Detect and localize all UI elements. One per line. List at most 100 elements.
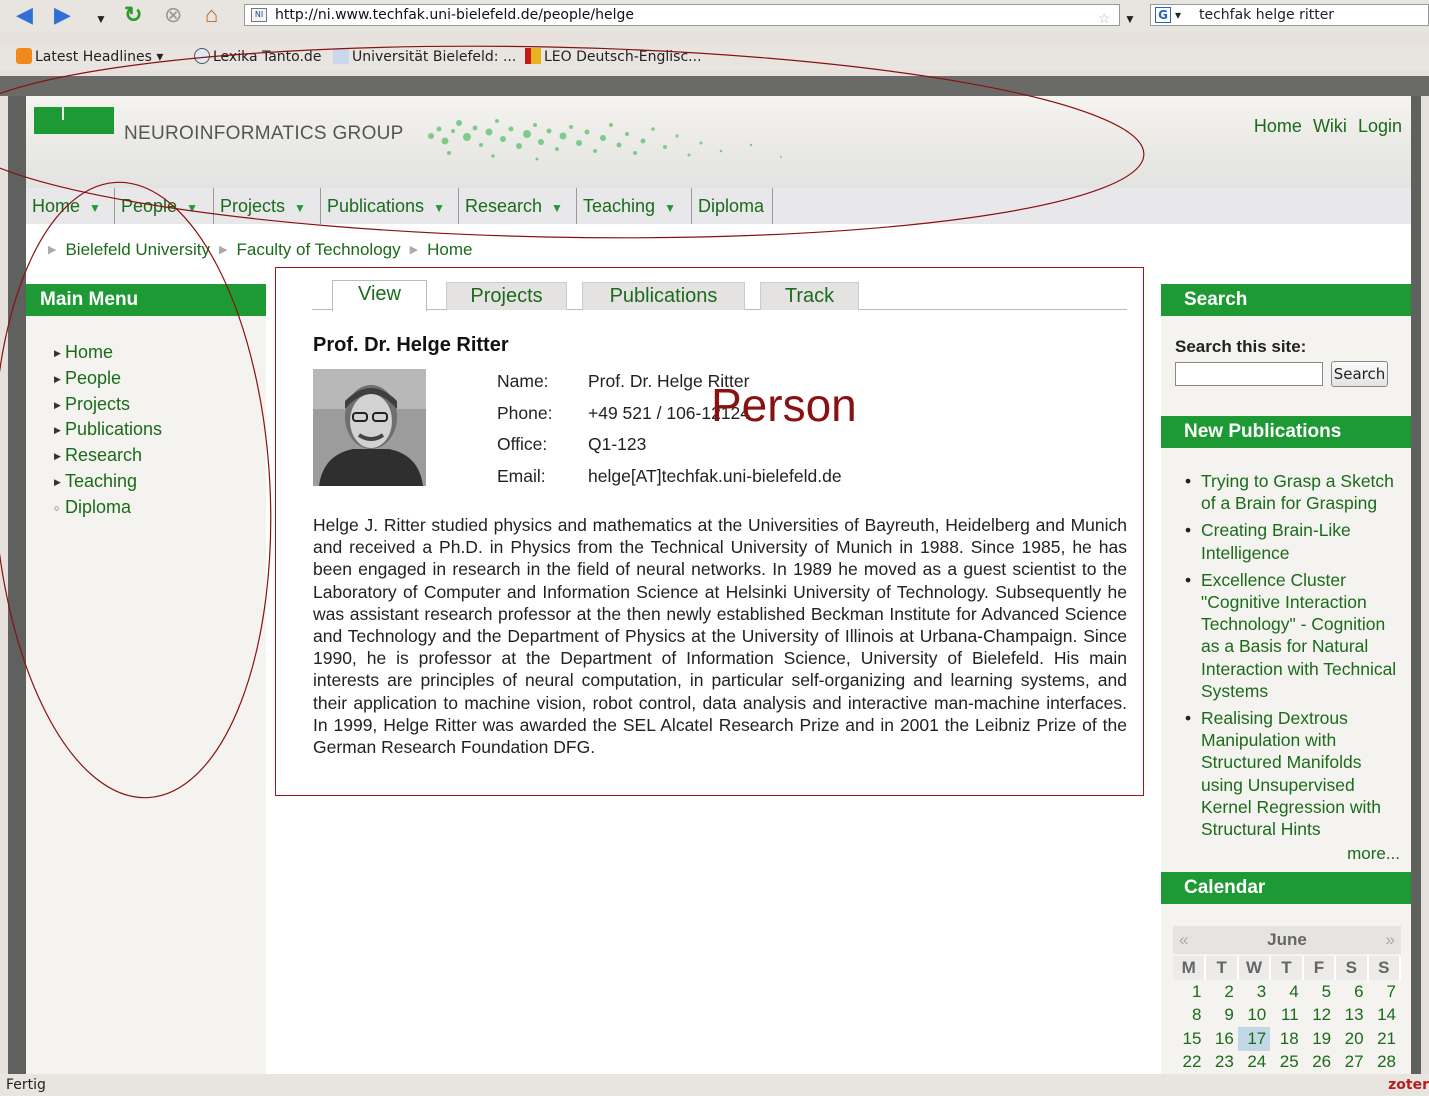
bookmark-latest-headlines[interactable]: Latest Headlines ▾ (16, 48, 163, 66)
browser-tab-strip (0, 76, 1429, 96)
calendar-next-icon[interactable]: » (1386, 926, 1395, 954)
calendar-day[interactable]: 18 (1270, 1027, 1302, 1051)
calendar-day[interactable]: 15 (1173, 1027, 1205, 1051)
main-menu-item-projects[interactable]: ▶ Projects (54, 392, 162, 418)
site-name[interactable]: NEUROINFORMATICS GROUP (124, 123, 404, 145)
util-link-wiki[interactable]: Wiki (1313, 116, 1347, 136)
tab-publications[interactable]: Publications (582, 282, 745, 310)
home-icon[interactable]: ⌂ (205, 4, 218, 26)
calendar-day[interactable]: 12 (1303, 1004, 1335, 1028)
history-dropdown-icon[interactable]: ▼ (95, 8, 107, 30)
calendar-header: « June » (1173, 926, 1401, 954)
main-menu-item-teaching[interactable]: ▶ Teaching (54, 469, 162, 495)
dropdown-arrow-icon: ▼ (186, 201, 198, 215)
bullet-arrow-icon: ▶ (54, 425, 61, 436)
main-menu-item-publications[interactable]: ▶ Publications (54, 417, 162, 443)
calendar-day[interactable]: 24 (1238, 1051, 1270, 1075)
google-icon[interactable]: G (1155, 7, 1171, 23)
site-search-input[interactable] (1175, 362, 1323, 386)
calendar-day[interactable]: 2 (1205, 980, 1237, 1004)
site-logo-square-icon (34, 107, 62, 122)
forward-arrow-icon[interactable]: ▶ (54, 4, 71, 26)
search-button[interactable]: Search (1331, 361, 1388, 387)
calendar-day[interactable]: 5 (1303, 980, 1335, 1004)
calendar-day[interactable]: 1 (1173, 980, 1205, 1004)
calendar-day[interactable]: 21 (1368, 1027, 1400, 1051)
tab-view[interactable]: View (332, 280, 427, 311)
dropdown-arrow-icon: ▼ (664, 201, 676, 215)
calendar-day[interactable]: 4 (1270, 980, 1302, 1004)
main-menu-item-home[interactable]: ▶ Home (54, 340, 162, 366)
calendar-day[interactable]: 17 (1237, 1027, 1271, 1051)
calendar-day[interactable]: 13 (1335, 1004, 1367, 1028)
bookmark-uni-bielefeld[interactable]: Universität Bielefeld: ... (333, 48, 516, 66)
breadcrumb-arrow-icon: ▶ (219, 244, 228, 256)
person-name-heading: Prof. Dr. Helge Ritter (313, 334, 509, 356)
calendar-day[interactable]: 14 (1368, 1004, 1400, 1028)
nav-item-publications[interactable]: Publications ▼ (321, 188, 459, 224)
calendar-day[interactable]: 26 (1303, 1051, 1335, 1075)
main-menu-item-diploma[interactable]: ○ Diploma (54, 495, 162, 521)
util-link-home[interactable]: Home (1254, 116, 1302, 136)
detail-value: helge[AT]techfak.uni-bielefeld.de (588, 465, 842, 486)
person-biography: Helge J. Ritter studied physics and math… (313, 515, 1127, 758)
calendar-week: 22 23 24 25 26 27 28 (1173, 1051, 1400, 1075)
calendar-weekday: T (1205, 956, 1239, 980)
engine-dropdown-icon[interactable]: ▾ (1175, 5, 1181, 25)
calendar-day[interactable]: 19 (1303, 1027, 1335, 1051)
reload-icon[interactable]: ↻ (124, 4, 142, 26)
calendar-day[interactable]: 25 (1270, 1051, 1302, 1075)
calendar-day[interactable]: 8 (1173, 1004, 1205, 1028)
bookmark-leo[interactable]: LEO Deutsch-Englisc... (525, 48, 702, 66)
breadcrumb-bielefeld-university[interactable]: Bielefeld University (65, 240, 210, 259)
calendar-day[interactable]: 3 (1238, 980, 1270, 1004)
browser-status-bar: Fertig zoter (0, 1074, 1429, 1096)
web-page: NEUROINFORMATICS GROUP Home Wiki Login H… (26, 96, 1411, 1074)
publication-link[interactable]: Trying to Grasp a Sketch of a Brain for … (1183, 470, 1407, 514)
url-dropdown-icon[interactable]: ▼ (1124, 8, 1136, 30)
calendar-day[interactable]: 7 (1368, 980, 1400, 1004)
publication-link[interactable]: Creating Brain-Like Intelligence (1183, 519, 1407, 563)
stop-icon[interactable]: ⊗ (164, 4, 182, 26)
util-link-login[interactable]: Login (1358, 116, 1402, 136)
web-search-field[interactable]: G ▾ techfak helge ritter (1150, 4, 1429, 26)
breadcrumb-faculty-of-technology[interactable]: Faculty of Technology (237, 240, 401, 259)
main-menu-item-people[interactable]: ▶ People (54, 366, 162, 392)
detail-label: Phone: (497, 402, 553, 423)
calendar-day[interactable]: 28 (1368, 1051, 1400, 1075)
calendar-day[interactable]: 23 (1205, 1051, 1237, 1075)
nav-item-home[interactable]: Home ▼ (26, 188, 115, 224)
nav-item-teaching[interactable]: Teaching ▼ (577, 188, 692, 224)
more-publications-link[interactable]: more... (1347, 844, 1400, 864)
calendar-day[interactable]: 6 (1335, 980, 1367, 1004)
breadcrumb-arrow-icon: ▶ (409, 244, 419, 256)
nav-item-research[interactable]: Research ▼ (459, 188, 577, 224)
tab-projects[interactable]: Projects (446, 282, 567, 310)
publication-link[interactable]: Excellence Cluster "Cognitive Interactio… (1183, 569, 1407, 702)
calendar-day[interactable]: 10 (1238, 1004, 1270, 1028)
calendar-weekday: S (1367, 956, 1402, 980)
calendar-day[interactable]: 27 (1335, 1051, 1367, 1075)
bookmark-star-icon[interactable]: ☆ (1098, 7, 1111, 29)
main-menu-item-research[interactable]: ▶ Research (54, 443, 162, 469)
zotero-button[interactable]: zoter (1388, 1074, 1429, 1096)
publication-link[interactable]: Realising Dextrous Manipulation with Str… (1183, 707, 1407, 840)
tab-track[interactable]: Track (760, 282, 859, 310)
new-publications-title: New Publications (1161, 416, 1411, 448)
calendar-day[interactable]: 20 (1335, 1027, 1367, 1051)
new-publications-list: Trying to Grasp a Sketch of a Brain for … (1183, 470, 1407, 845)
breadcrumb-home[interactable]: Home (427, 240, 472, 259)
nav-item-projects[interactable]: Projects ▼ (214, 188, 321, 224)
calendar-prev-icon[interactable]: « (1179, 926, 1188, 954)
calendar-day[interactable]: 16 (1205, 1027, 1237, 1051)
detail-label: Email: (497, 465, 546, 486)
calendar-day[interactable]: 11 (1270, 1004, 1302, 1028)
back-arrow-icon[interactable]: ◀ (16, 4, 33, 26)
calendar-day[interactable]: 9 (1205, 1004, 1237, 1028)
url-field[interactable]: NI http://ni.www.techfak.uni-bielefeld.d… (244, 4, 1120, 26)
nav-item-people[interactable]: People ▼ (115, 188, 214, 224)
dropdown-arrow-icon: ▼ (551, 201, 563, 215)
nav-item-diploma[interactable]: Diploma (692, 188, 773, 224)
bookmark-lexika[interactable]: Lexika Tanto.de (194, 48, 321, 66)
calendar-day[interactable]: 22 (1173, 1051, 1205, 1075)
